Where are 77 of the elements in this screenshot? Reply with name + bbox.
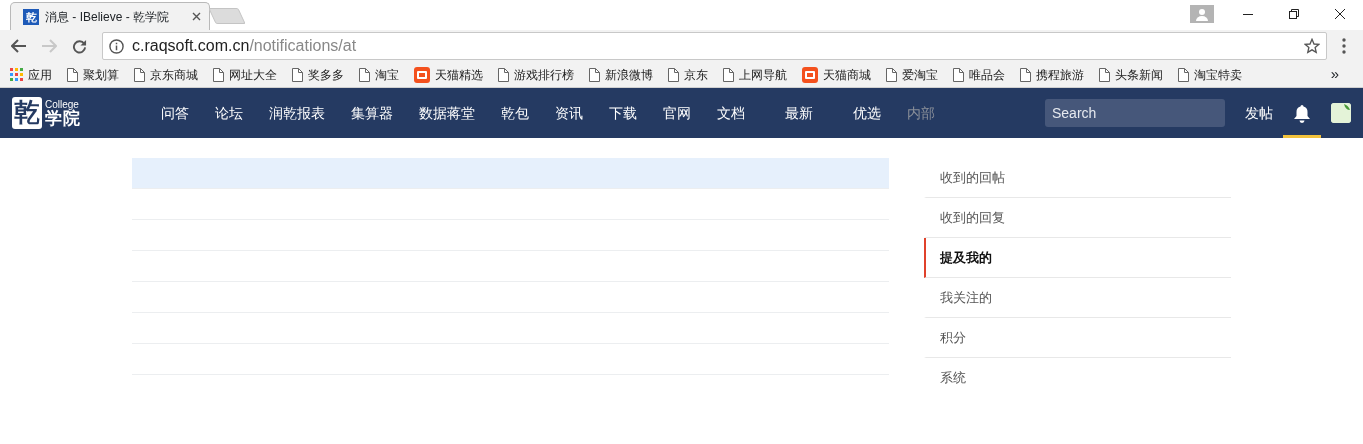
post-link[interactable]: 发帖 xyxy=(1245,102,1273,124)
bookmark-link[interactable]: 爱淘宝 xyxy=(886,65,938,84)
browser-tab[interactable]: 乾 消息 - IBelieve - 乾学院 xyxy=(10,2,210,30)
page-icon xyxy=(589,67,600,82)
bookmark-link[interactable]: 淘宝 xyxy=(359,65,399,84)
sidebar-item[interactable]: 我关注的 xyxy=(923,278,1231,318)
close-icon[interactable] xyxy=(192,12,201,21)
nav-link[interactable]: 问答 xyxy=(161,102,189,124)
url-text: c.raqsoft.com.cn/notifications/at xyxy=(132,36,358,56)
logo-mark[interactable]: 乾 xyxy=(12,97,42,129)
bookmark-link[interactable]: 京东商城 xyxy=(134,65,198,84)
sidebar-item[interactable]: 提及我的 xyxy=(923,238,1231,278)
favicon: 乾 xyxy=(23,8,39,25)
menu-icon[interactable] xyxy=(1342,38,1346,54)
search-field[interactable]: Search xyxy=(1045,99,1225,127)
minimize-icon[interactable] xyxy=(1243,13,1253,15)
bookmark-link[interactable]: 上网导航 xyxy=(723,65,787,84)
nav-link[interactable]: 官网 xyxy=(663,102,691,124)
page-icon xyxy=(67,67,78,82)
nav-link[interactable]: 最新 xyxy=(785,102,813,124)
page-icon xyxy=(134,67,145,82)
sidebar-item[interactable]: 系统 xyxy=(923,358,1231,398)
shopping-icon xyxy=(414,66,430,83)
page-icon xyxy=(213,67,224,82)
restore-icon[interactable] xyxy=(1289,9,1299,19)
close-icon[interactable] xyxy=(1335,9,1345,19)
bookmark-link[interactable]: 淘宝特卖 xyxy=(1178,65,1242,84)
bookmark-link[interactable]: 唯品会 xyxy=(953,65,1005,84)
nav-link[interactable]: 润乾报表 xyxy=(269,102,325,124)
bookmark-link[interactable]: 天猫精选 xyxy=(414,65,483,84)
bookmark-link[interactable]: 网址大全 xyxy=(213,65,277,84)
bookmark-link[interactable]: 应用 xyxy=(10,65,52,84)
nav-link[interactable]: 乾包 xyxy=(501,102,529,124)
nav-link[interactable]: 数据蒋堂 xyxy=(419,102,475,124)
bookmark-link[interactable]: 京东 xyxy=(668,65,708,84)
new-tab-button[interactable] xyxy=(208,8,246,24)
apps-icon xyxy=(10,68,23,81)
star-icon[interactable] xyxy=(1304,38,1320,54)
nav-link[interactable]: 集算器 xyxy=(351,102,393,124)
info-icon xyxy=(109,38,124,54)
nav-link[interactable]: 资讯 xyxy=(555,102,583,124)
bookmark-link[interactable]: 聚划算 xyxy=(67,65,119,84)
bookmark-link[interactable]: 奖多多 xyxy=(292,65,344,84)
sidebar-item[interactable]: 收到的回复 xyxy=(923,198,1231,238)
bookmark-link[interactable]: 携程旅游 xyxy=(1020,65,1084,84)
bookmark-link[interactable]: 新浪微博 xyxy=(589,65,653,84)
page-icon xyxy=(1178,67,1189,82)
logo-name[interactable]: 学院 xyxy=(45,109,81,128)
back-icon[interactable] xyxy=(11,39,27,53)
more-bookmarks-button[interactable]: » xyxy=(1330,63,1339,86)
page-icon xyxy=(292,67,303,82)
address-bar[interactable]: c.raqsoft.com.cn/notifications/at xyxy=(102,32,1327,60)
avatar[interactable] xyxy=(1331,103,1351,123)
page-icon xyxy=(498,67,509,82)
page-icon xyxy=(359,67,370,82)
nav-link[interactable]: 文档 xyxy=(717,102,745,124)
nav-link[interactable]: 下载 xyxy=(609,102,637,124)
logo-subtitle: College xyxy=(45,98,79,110)
sidebar-item[interactable]: 收到的回帖 xyxy=(923,158,1231,198)
sidebar-item[interactable]: 积分 xyxy=(923,318,1231,358)
reload-icon[interactable] xyxy=(71,38,87,54)
page-icon xyxy=(1020,67,1031,82)
tab-title: 消息 - IBelieve - 乾学院 xyxy=(45,8,171,26)
shopping-icon xyxy=(802,66,818,83)
nav-link[interactable]: 论坛 xyxy=(215,102,243,124)
page-icon xyxy=(668,67,679,82)
nav-link[interactable]: 优选 xyxy=(853,102,881,124)
page-icon xyxy=(723,67,734,82)
nav-link[interactable]: 内部 xyxy=(907,102,935,124)
bookmark-link[interactable]: 游戏排行榜 xyxy=(498,65,574,84)
bookmark-link[interactable]: 天猫商城 xyxy=(802,65,871,84)
page-icon xyxy=(886,67,897,82)
page-icon xyxy=(953,67,964,82)
bell-icon xyxy=(1293,103,1311,123)
profile-icon[interactable] xyxy=(1190,5,1214,23)
bookmark-link[interactable]: 头条新闻 xyxy=(1099,65,1163,84)
page-icon xyxy=(1099,67,1110,82)
